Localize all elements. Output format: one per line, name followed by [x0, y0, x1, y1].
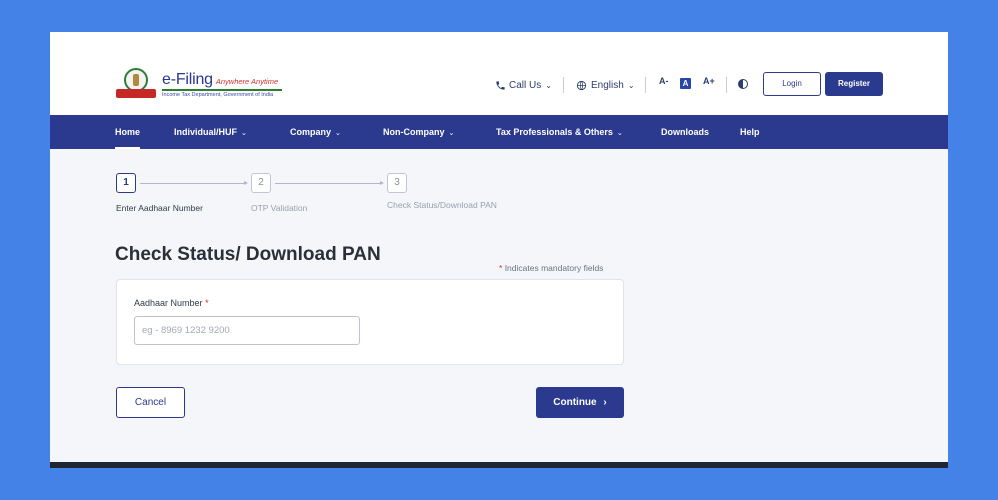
nav-item-non-company[interactable]: Non-Company ⌄ — [383, 115, 454, 149]
contrast-icon[interactable] — [738, 79, 748, 89]
cancel-button[interactable]: Cancel — [116, 387, 185, 418]
step-3-label: Check Status/Download PAN — [387, 200, 497, 210]
step-1-label: Enter Aadhaar Number — [116, 203, 203, 213]
step-3-indicator: 3 — [387, 173, 407, 193]
nav-item-tax-professionals[interactable]: Tax Professionals & Others ⌄ — [496, 115, 623, 149]
chevron-down-icon: ⌄ — [616, 130, 623, 137]
chevron-down-icon: ⌄ — [545, 80, 552, 90]
font-increase-button[interactable]: A+ — [703, 76, 715, 86]
main-nav: Home Individual/HUF ⌄ Company ⌄ Non-Compan… — [50, 115, 948, 149]
logo-title: e-Filing — [162, 70, 213, 88]
chevron-down-icon: ⌄ — [241, 130, 247, 137]
nav-item-home[interactable]: Home — [115, 115, 141, 149]
chevron-down-icon: ⌄ — [335, 130, 341, 137]
step-2-label: OTP Validation — [251, 203, 308, 213]
nav-item-company[interactable]: Company ⌄ — [290, 115, 341, 149]
call-us-dropdown[interactable]: Call Us ⌄ — [495, 72, 552, 98]
divider — [563, 77, 564, 93]
language-label: English — [591, 79, 624, 91]
divider — [726, 77, 727, 93]
font-default-button[interactable]: A — [680, 78, 691, 89]
chevron-down-icon: ⌄ — [627, 80, 635, 90]
mandatory-note: * Indicates mandatory fields — [499, 263, 604, 273]
nav-item-downloads[interactable]: Downloads — [661, 115, 709, 149]
call-us-label: Call Us — [509, 79, 542, 91]
top-header: e-Filing Anywhere Anytime Income Tax Dep… — [50, 32, 948, 115]
page-title: Check Status/ Download PAN — [115, 244, 381, 265]
divider — [645, 77, 646, 93]
step-2-indicator: 2 — [251, 173, 271, 193]
font-decrease-button[interactable]: A- — [659, 76, 669, 86]
step-connector — [140, 181, 248, 185]
chevron-right-icon: › — [603, 397, 607, 408]
continue-button[interactable]: Continue › — [536, 387, 624, 418]
aadhaar-number-label: Aadhaar Number * — [134, 298, 209, 308]
logo-tagline: Anywhere Anytime — [215, 76, 279, 86]
efiling-logo[interactable]: e-Filing Anywhere Anytime Income Tax Dep… — [116, 68, 282, 102]
aadhaar-form-card: Aadhaar Number * — [116, 279, 624, 365]
chevron-down-icon: ⌄ — [448, 130, 455, 137]
logo-subtitle: Income Tax Department, Government of Ind… — [162, 91, 274, 98]
step-1-indicator: 1 — [116, 173, 136, 193]
efiling-page: e-Filing Anywhere Anytime Income Tax Dep… — [50, 32, 948, 468]
aadhaar-number-input[interactable] — [134, 316, 360, 345]
register-button[interactable]: Register — [825, 72, 883, 96]
emblem-icon — [116, 68, 156, 102]
step-connector — [275, 181, 384, 185]
nav-item-help[interactable]: Help — [740, 115, 760, 149]
login-button[interactable]: Login — [763, 72, 821, 96]
phone-icon — [496, 80, 505, 90]
language-dropdown[interactable]: English ⌄ — [576, 72, 635, 98]
footer-strip — [50, 462, 948, 468]
required-star: * — [499, 263, 503, 273]
nav-item-individual-huf[interactable]: Individual/HUF ⌄ — [174, 115, 247, 149]
required-star: * — [205, 298, 209, 308]
globe-icon — [576, 80, 587, 90]
